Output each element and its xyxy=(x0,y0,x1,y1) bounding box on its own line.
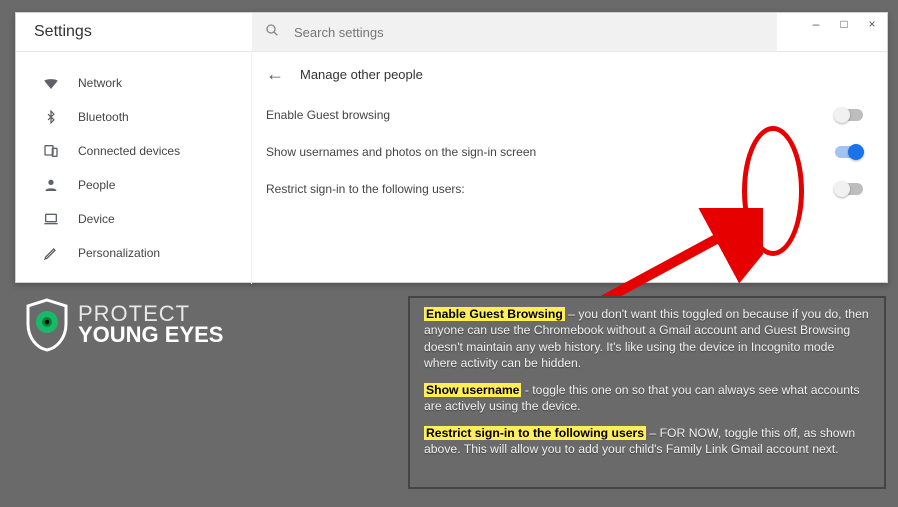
window-minimize-button[interactable]: – xyxy=(809,17,823,31)
search-input[interactable] xyxy=(294,25,765,40)
page-title: Settings xyxy=(34,23,252,41)
info-highlight-2: Show username xyxy=(424,383,521,397)
devices-icon xyxy=(42,142,60,160)
content: ← Manage other people Enable Guest brows… xyxy=(252,52,887,284)
window-close-button[interactable]: × xyxy=(865,17,879,31)
pen-icon xyxy=(42,244,60,262)
info-box: Enable Guest Browsing – you don't want t… xyxy=(408,296,886,489)
search-icon xyxy=(264,22,280,43)
toggle-guest-browsing[interactable] xyxy=(835,109,863,121)
sidebar-item-label: Bluetooth xyxy=(78,110,129,124)
info-highlight-1: Enable Guest Browsing xyxy=(424,307,565,321)
sidebar-item-label: Network xyxy=(78,76,122,90)
person-icon xyxy=(42,176,60,194)
brand-logo: PROTECT YOUNG EYES xyxy=(24,298,223,352)
window-maximize-button[interactable]: □ xyxy=(837,17,851,31)
content-header: ← Manage other people xyxy=(266,52,863,96)
setting-row-restrict-signin: Restrict sign-in to the following users: xyxy=(266,170,863,207)
info-paragraph-2: Show username - toggle this one on so th… xyxy=(424,382,870,415)
bluetooth-icon xyxy=(42,108,60,126)
toggle-show-usernames[interactable] xyxy=(835,146,863,158)
info-highlight-3: Restrict sign-in to the following users xyxy=(424,426,646,440)
brand-text: PROTECT YOUNG EYES xyxy=(78,304,223,346)
setting-row-guest-browsing: Enable Guest browsing xyxy=(266,96,863,133)
setting-label: Enable Guest browsing xyxy=(266,108,390,122)
sidebar-item-network[interactable]: Network xyxy=(16,66,251,100)
section-title: Manage other people xyxy=(300,67,423,82)
sidebar-item-label: Connected devices xyxy=(78,144,180,158)
sidebar-item-personalization[interactable]: Personalization xyxy=(16,236,251,270)
laptop-icon xyxy=(42,210,60,228)
setting-row-show-usernames: Show usernames and photos on the sign-in… xyxy=(266,133,863,170)
sidebar-item-label: Personalization xyxy=(78,246,160,260)
toggle-restrict-signin[interactable] xyxy=(835,183,863,195)
brand-line2: YOUNG EYES xyxy=(78,325,223,346)
info-paragraph-1: Enable Guest Browsing – you don't want t… xyxy=(424,306,870,372)
wifi-icon xyxy=(42,74,60,92)
body: Network Bluetooth Connected devices Peop… xyxy=(16,52,887,284)
setting-label: Show usernames and photos on the sign-in… xyxy=(266,145,536,159)
shield-icon xyxy=(24,298,70,352)
sidebar-item-connected-devices[interactable]: Connected devices xyxy=(16,134,251,168)
sidebar-item-label: Device xyxy=(78,212,115,226)
sidebar-item-people[interactable]: People xyxy=(16,168,251,202)
settings-window: – □ × Settings Network Bluetooth Connect… xyxy=(15,12,888,283)
sidebar-item-bluetooth[interactable]: Bluetooth xyxy=(16,100,251,134)
sidebar-item-device[interactable]: Device xyxy=(16,202,251,236)
header: Settings xyxy=(16,13,887,52)
info-paragraph-3: Restrict sign-in to the following users … xyxy=(424,425,870,458)
back-arrow-icon[interactable]: ← xyxy=(266,64,284,85)
setting-label: Restrict sign-in to the following users: xyxy=(266,182,465,196)
sidebar: Network Bluetooth Connected devices Peop… xyxy=(16,52,252,284)
window-controls: – □ × xyxy=(801,13,887,35)
sidebar-item-label: People xyxy=(78,178,115,192)
search-box[interactable] xyxy=(252,13,777,51)
